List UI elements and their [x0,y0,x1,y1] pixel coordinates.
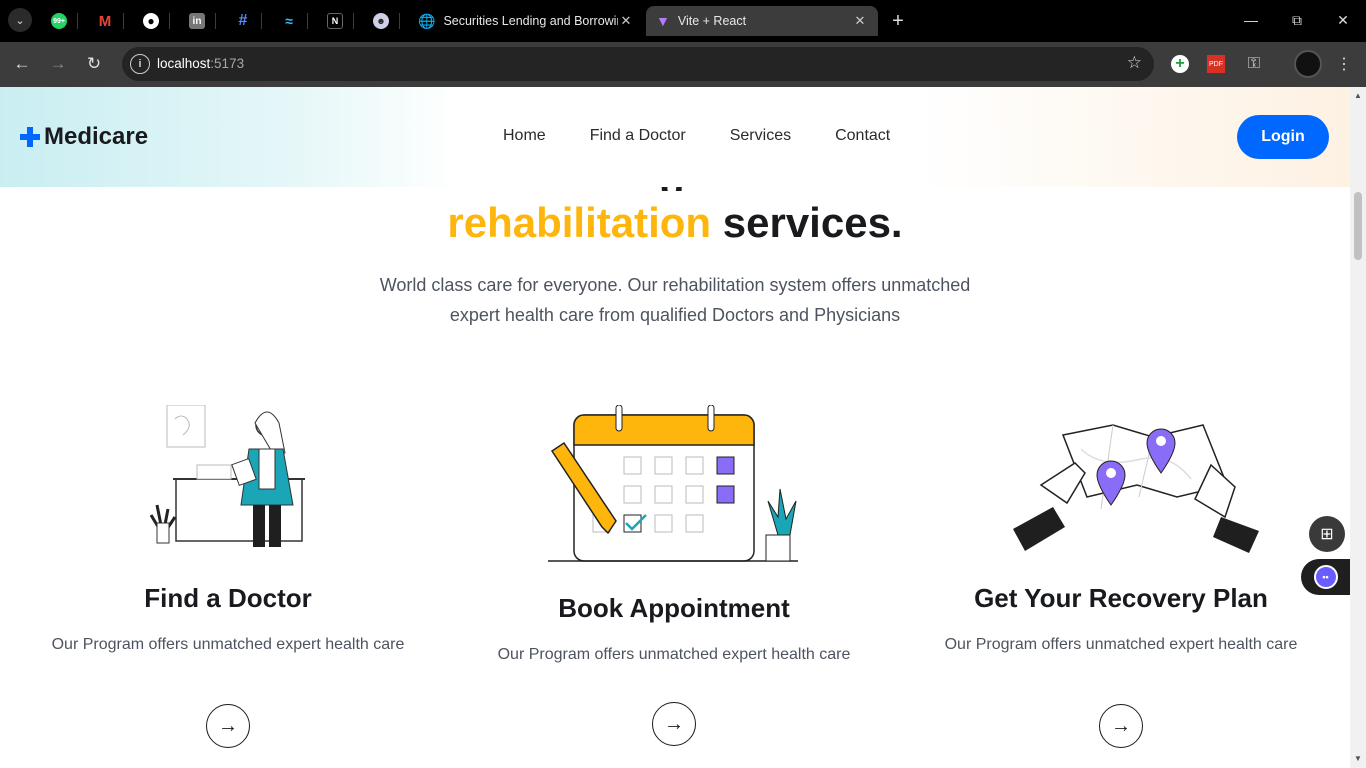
tab-securities-lending[interactable]: 🌐 Securities Lending and Borrowing ✕ [408,6,644,36]
hero-highlight: rehabilitation [447,199,712,246]
card-book-appointment: Book Appointment Our Program offers unma… [451,405,897,664]
vite-icon: ▼ [656,13,670,29]
map-illustration-icon [1013,424,1259,553]
logo[interactable]: Medicare [20,123,148,151]
tailwind-icon: ≈ [285,13,293,29]
address-bar: ← → ↻ i localhost:5173 ☆ + PDF ⚿ ⋮ [0,42,1366,87]
page-scrollbar[interactable]: ▲ ▼ [1350,87,1366,768]
extension-plus-icon[interactable]: + [1171,55,1189,73]
hero-subtitle: World class care for everyone. Our rehab… [379,275,971,325]
minimize-icon[interactable]: — [1228,0,1274,40]
medical-cross-icon [20,127,40,147]
nav-contact[interactable]: Contact [835,127,890,145]
profile-avatar[interactable] [1294,50,1322,78]
nav-services[interactable]: Services [730,127,791,145]
hero-title-rest: services. [722,199,903,246]
pinned-tab-discord[interactable]: ☻ [362,6,400,36]
url-text: localhost:5173 [157,56,245,71]
notion-icon: N [327,13,343,29]
whatsapp-icon: 99+ [51,13,67,29]
github-icon: ● [143,13,159,29]
scroll-up-icon[interactable]: ▲ [1353,91,1363,101]
assistant-floating-button[interactable]: •• [1301,559,1350,595]
restore-icon[interactable]: ⧉ [1274,0,1320,40]
pinned-tab-linkedin[interactable]: in [178,6,216,36]
close-tab-icon[interactable]: ✕ [618,13,634,29]
hero-title: rehabilitation services. [0,199,1350,247]
forward-icon[interactable]: → [44,50,72,78]
linkedin-icon: in [189,13,205,29]
reload-icon[interactable]: ↻ [80,50,108,78]
bot-icon: •• [1313,565,1338,589]
pinned-tab-notion[interactable]: N [316,6,354,36]
url-input[interactable]: i localhost:5173 ☆ [122,47,1154,81]
book-appointment-arrow-button[interactable]: → [652,702,696,746]
site-header: Medicare Home Find a Doctor Services Con… [0,87,1350,187]
discord-icon: ☻ [373,13,389,29]
login-button[interactable]: Login [1237,115,1329,159]
card-description: Our Program offers unmatched expert heal… [497,646,851,663]
globe-icon: 🌐 [418,12,436,29]
browser-tab-bar: ⌄ 99+ M ● in # ≈ N ☻ 🌐 Securities Lendin… [0,0,1366,42]
pinned-tab-github[interactable]: ● [132,6,170,36]
logo-text: Medicare [44,123,149,150]
browser-menu-icon[interactable]: ⋮ [1333,53,1355,75]
back-icon[interactable]: ← [8,50,36,78]
extensions-puzzle-icon[interactable]: ⚿ [1243,53,1265,75]
nav-home[interactable]: Home [503,127,546,145]
card-title: Book Appointment [558,593,790,623]
pinned-tab-hashnode[interactable]: # [224,6,262,36]
nav-find-a-doctor[interactable]: Find a Doctor [590,127,686,145]
gmail-icon: M [98,12,112,30]
card-title: Find a Doctor [144,583,312,613]
doctor-illustration-icon [149,405,305,547]
arrow-right-icon: → [1111,714,1131,737]
tab-title: Vite + React [677,14,747,28]
pinned-tab-tailwind[interactable]: ≈ [270,6,308,36]
new-tab-icon[interactable]: + [885,8,911,34]
tab-title: Securities Lending and Borrowing [443,14,618,28]
tab-vite-react[interactable]: ▼ Vite + React ✕ [646,6,878,36]
card-find-doctor: Find a Doctor Our Program offers unmatch… [5,405,451,654]
card-description: Our Program offers unmatched expert heal… [51,636,405,653]
calendar-illustration-icon [548,405,798,562]
card-description: Our Program offers unmatched expert heal… [944,636,1298,653]
apps-grid-floating-button[interactable]: ⊞ [1309,516,1345,552]
bookmark-star-icon[interactable]: ☆ [1127,53,1142,73]
pinned-tab-gmail[interactable]: M [86,6,124,36]
pdf-extension-icon[interactable]: PDF [1207,55,1225,73]
page-content: Medicare Home Find a Doctor Services Con… [0,87,1350,768]
tab-search-chevron-icon[interactable]: ⌄ [8,8,32,32]
pinned-tab-whatsapp[interactable]: 99+ [40,6,78,36]
card-recovery-plan: Get Your Recovery Plan Our Program offer… [898,405,1344,654]
close-tab-icon[interactable]: ✕ [852,13,868,29]
recovery-plan-arrow-button[interactable]: → [1099,704,1143,748]
site-info-icon[interactable]: i [130,54,150,74]
arrow-right-icon: → [664,712,684,735]
scroll-down-icon[interactable]: ▼ [1353,754,1363,764]
main-nav: Home Find a Doctor Services Contact [503,127,934,145]
find-doctor-arrow-button[interactable]: → [206,704,250,748]
close-window-icon[interactable]: ✕ [1320,0,1366,40]
card-title: Get Your Recovery Plan [974,583,1268,613]
hash-icon: # [238,12,248,29]
scrollbar-thumb[interactable] [1354,192,1362,260]
arrow-right-icon: → [218,714,238,737]
grid-icon: ⊞ [1320,526,1334,543]
